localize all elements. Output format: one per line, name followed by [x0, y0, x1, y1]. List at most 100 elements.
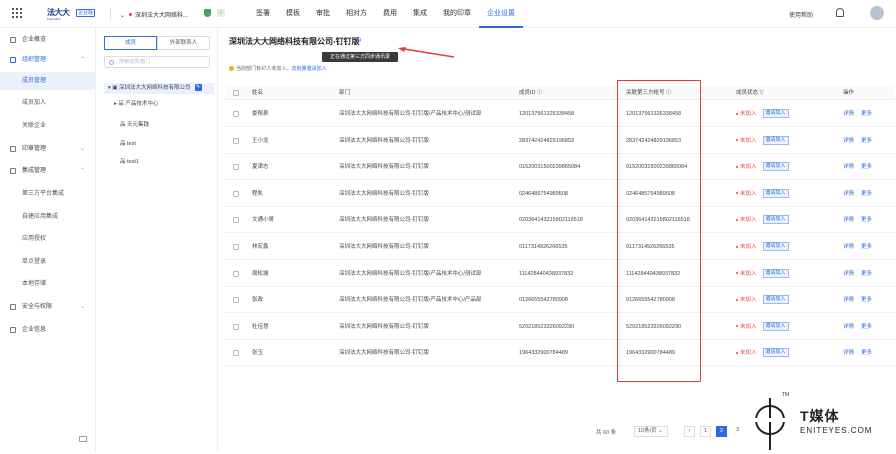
sidebar-item-affiliates[interactable]: 关联企业 — [0, 117, 96, 135]
sidebar-item-label: 应用授权 — [22, 236, 47, 242]
sidebar-item-third-party[interactable]: 第三方平台集成 — [0, 185, 96, 203]
sidebar-item-app-auth[interactable]: 应用授权 — [0, 230, 96, 248]
invite-button[interactable]: 邀请加入 — [762, 321, 789, 331]
more-link[interactable]: 更多 — [861, 314, 872, 340]
row-checkbox[interactable] — [233, 217, 239, 224]
table-row[interactable]: 林宏鑫 深圳法大大网络科技有限公司-钉钉版 0117314926266535 0117… — [225, 234, 895, 260]
nav-integration[interactable]: 集成 — [405, 0, 435, 28]
sidebar-item-overview[interactable]: 企业概览 — [0, 31, 96, 49]
sidebar-item-custom-app[interactable]: 自建应用集成 — [0, 208, 96, 226]
invite-button[interactable]: 邀请加入 — [762, 109, 789, 119]
more-link[interactable]: 更多 — [861, 340, 872, 366]
brand-logo[interactable]: 法大大 FADADA 企业版 — [47, 7, 97, 21]
invite-button[interactable]: 邀请加入 — [762, 242, 789, 252]
nav-counterparty[interactable]: 相对方 — [338, 0, 375, 28]
row-checkbox[interactable] — [233, 164, 239, 171]
table-row[interactable]: 夏津志 深圳法大大网络科技有限公司-钉钉版 0152003150023986​508… — [225, 154, 895, 181]
more-link[interactable]: 更多 — [861, 101, 872, 127]
invite-button[interactable]: 邀请加入 — [762, 215, 789, 225]
invite-button[interactable]: 邀请加入 — [762, 162, 789, 172]
detail-link[interactable]: 详情 — [843, 128, 854, 154]
more-link[interactable]: 更多 — [861, 207, 872, 233]
detail-link[interactable]: 详情 — [843, 261, 854, 287]
row-checkbox[interactable] — [233, 190, 239, 197]
more-link[interactable]: 更多 — [861, 234, 872, 260]
tree-search-input[interactable]: 搜索成员/部门 — [104, 56, 210, 68]
page-button[interactable]: 3 — [732, 426, 743, 437]
nav-my-seals[interactable]: 我的印章 — [435, 0, 479, 28]
nav-approval[interactable]: 审批 — [308, 0, 338, 28]
detail-link[interactable]: 详情 — [843, 234, 854, 260]
row-checkbox[interactable] — [233, 270, 239, 277]
detail-link[interactable]: 详情 — [843, 181, 854, 207]
table-row[interactable]: 娄郁泉 深圳法大大网络科技有限公司-钉钉版/产品技术中心/测试部 120137561… — [225, 101, 895, 127]
tree-node[interactable]: 品 test1 — [120, 158, 139, 167]
table-row[interactable]: 杜佳慧 深圳法大大网络科技有限公司-钉钉版 5202185233260922​90 5… — [225, 314, 895, 340]
row-checkbox[interactable] — [233, 297, 239, 304]
nav-billing[interactable]: 费用 — [375, 0, 405, 28]
more-link[interactable]: 更多 — [861, 128, 872, 154]
edit-icon[interactable]: ✎ — [194, 84, 202, 92]
avatar[interactable] — [870, 6, 884, 20]
detail-link[interactable]: 详情 — [843, 314, 854, 340]
page-size-select[interactable]: 10条/页 ⌄ — [634, 426, 668, 437]
tab-external-contacts[interactable]: 外部联系人 — [157, 36, 210, 50]
nav-sign[interactable]: 签署 — [248, 0, 278, 28]
invite-button[interactable]: 邀请加入 — [762, 348, 789, 358]
detail-link[interactable]: 详情 — [843, 154, 854, 180]
help-link[interactable]: 使用帮助 — [789, 10, 813, 19]
invite-button[interactable]: 邀请加入 — [762, 188, 789, 198]
invite-button[interactable]: 邀请加入 — [762, 268, 789, 278]
sidebar-item-member-join[interactable]: 成员加入 — [0, 94, 96, 112]
page-button-current[interactable]: 2 — [716, 426, 727, 437]
table-row[interactable]: 程凯 深圳法大大网络科技有限公司-钉钉版 0246485754989508 02464… — [225, 181, 895, 207]
tree-node-root[interactable]: ▾ ▣ 深圳法大大网络科技有限公司 ✎ — [104, 83, 214, 94]
more-link[interactable]: 更多 — [861, 287, 872, 313]
select-all-checkbox[interactable] — [233, 90, 239, 96]
tree-node[interactable]: 品 天元集践 — [120, 121, 149, 130]
tree-node[interactable]: ▸ 品 产品技术中心 — [114, 100, 158, 109]
sidebar-item-company-info[interactable]: 企业信息 — [0, 321, 96, 339]
detail-link[interactable]: 详情 — [843, 207, 854, 233]
col-status: 成员状态 ▽ — [736, 90, 764, 96]
sidebar-item-sso[interactable]: 单点登录 — [0, 253, 96, 271]
row-checkbox[interactable] — [233, 111, 239, 117]
sidebar-item-members[interactable]: 成员管理 — [0, 72, 96, 90]
more-link[interactable]: 更多 — [861, 181, 872, 207]
more-link[interactable]: 更多 — [861, 154, 872, 180]
detail-link[interactable]: 详情 — [843, 101, 854, 127]
sidebar-item-org[interactable]: 组织管理 ⌃ — [0, 51, 96, 69]
prev-page-button[interactable]: ‹ — [684, 426, 695, 437]
chevron-up-icon: ⌃ — [80, 57, 86, 63]
collapse-sidebar-icon[interactable] — [79, 436, 87, 442]
detail-link[interactable]: 详情 — [843, 287, 854, 313]
tree-node[interactable]: 品 test — [120, 140, 136, 149]
sidebar-item-local-storage[interactable]: 本地存储 — [0, 275, 96, 293]
table-row[interactable]: 张玉 深圳法大大网络科技有限公司-钉钉版 196433290078448​9 1964… — [225, 340, 895, 367]
apps-grid-icon[interactable] — [12, 8, 22, 18]
sidebar-item-seals[interactable]: 印章管理 ⌄ — [0, 140, 96, 158]
nav-template[interactable]: 模板 — [278, 0, 308, 28]
detail-link[interactable]: 详情 — [843, 340, 854, 366]
page-button[interactable]: 1 — [700, 426, 711, 437]
invite-button[interactable]: 邀请加入 — [762, 135, 789, 145]
sync-icon[interactable]: ↻ — [356, 36, 362, 44]
tab-members[interactable]: 成员 — [104, 36, 157, 50]
row-checkbox[interactable] — [233, 244, 239, 250]
company-switcher[interactable]: ⌄ 深圳法大大网络科... — [120, 10, 188, 19]
table-row[interactable]: 文通小哥 深圳法大大网络科技有限公司-钉钉版 02036414321580211​6… — [225, 207, 895, 234]
nav-enterprise-settings[interactable]: 企业设置 — [479, 0, 523, 28]
table-row[interactable]: 周松城 深圳法大大网络科技有限公司-钉钉版/产品技术中心/测试部 111428440… — [225, 261, 895, 287]
row-checkbox[interactable] — [233, 137, 239, 144]
sidebar-item-integration[interactable]: 集成管理 ⌃ — [0, 162, 96, 180]
row-checkbox[interactable] — [233, 350, 239, 357]
more-link[interactable]: 更多 — [861, 261, 872, 287]
bell-icon[interactable] — [836, 8, 844, 17]
sidebar-item-security[interactable]: 安全与权限 ⌄ — [0, 298, 96, 316]
batch-invite-link[interactable]: 去批量邀请加入 — [292, 66, 327, 72]
row-checkbox[interactable] — [233, 323, 239, 330]
table-row[interactable]: 王小龙 深圳法大大网络科技有限公司-钉钉版 28374242482919​6853 2… — [225, 128, 895, 154]
warning-icon — [229, 66, 234, 72]
table-row[interactable]: 张政 深圳法大大网络科技有限公司-钉钉版/产品技术中心/产品部 0126655542… — [225, 287, 895, 314]
invite-button[interactable]: 邀请加入 — [762, 295, 789, 305]
